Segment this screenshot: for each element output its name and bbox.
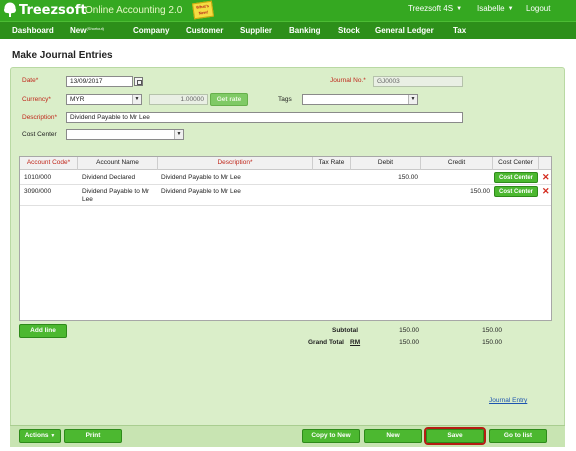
row-description[interactable]: Dividend Payable to Mr Lee — [161, 174, 241, 182]
delete-row-icon[interactable]: ✕ — [542, 173, 550, 182]
exchange-rate-field[interactable]: 1.00000 — [149, 94, 208, 105]
row-cost-center-button[interactable]: Cost Center — [494, 186, 538, 197]
subtotal-debit: 150.00 — [399, 327, 419, 334]
calendar-icon[interactable] — [134, 77, 143, 86]
company-name: Treezsoft 4S — [408, 4, 454, 13]
journal-lines-table: Account Code* Account Name Description* … — [19, 156, 552, 321]
whats-new-badge[interactable]: What's New! — [191, 0, 215, 20]
menu-banking[interactable]: Banking — [289, 26, 321, 35]
journal-entry-link[interactable]: Journal Entry — [489, 397, 527, 404]
menu-general-ledger[interactable]: General Ledger — [375, 26, 434, 35]
logout-link[interactable]: Logout — [526, 4, 550, 13]
cost-center-label: Cost Center — [22, 131, 57, 138]
currency-label: Currency* — [22, 96, 51, 103]
chevron-down-icon: ▼ — [50, 433, 56, 439]
col-account-name: Account Name — [78, 157, 158, 170]
table-header: Account Code* Account Name Description* … — [20, 157, 551, 170]
actions-label: Actions — [24, 432, 49, 439]
row-cost-center-button[interactable]: Cost Center — [494, 172, 538, 183]
menu-new-shortcut: (Shortcut) — [86, 26, 105, 31]
go-to-list-button[interactable]: Go to list — [489, 429, 547, 443]
logo-text: Treezsoft — [19, 2, 87, 18]
actions-button[interactable]: Actions ▼ — [19, 429, 61, 443]
chevron-down-icon: ▼ — [132, 95, 141, 104]
tags-select[interactable]: ▼ — [302, 94, 418, 105]
subtotal-label: Subtotal — [332, 327, 358, 334]
menu-new[interactable]: New(Shortcut) — [70, 26, 104, 35]
col-tax-rate: Tax Rate — [313, 157, 351, 170]
app-subtitle: Online Accounting 2.0 — [85, 5, 183, 16]
table-row[interactable]: 3090/000 Dividend Payable to Mr Lee Divi… — [20, 185, 551, 206]
subtotal-credit: 150.00 — [482, 327, 502, 334]
menu-new-label: New — [70, 26, 87, 35]
currency-select[interactable]: MYR ▼ — [66, 94, 142, 105]
row-account-code[interactable]: 1010/000 — [24, 174, 51, 182]
grand-total-credit: 150.00 — [482, 339, 502, 346]
row-account-name: Dividend Payable to Mr Lee — [82, 188, 150, 203]
journal-no-label: Journal No.* — [330, 77, 366, 84]
print-button[interactable]: Print — [64, 429, 122, 443]
top-bar: Treezsoft Online Accounting 2.0 What's N… — [0, 0, 576, 21]
row-credit[interactable]: 150.00 — [421, 188, 490, 196]
col-debit: Debit — [351, 157, 421, 170]
logo[interactable]: Treezsoft — [3, 2, 87, 18]
menu-customer[interactable]: Customer — [186, 26, 223, 35]
menu-tax[interactable]: Tax — [453, 26, 466, 35]
chevron-down-icon: ▼ — [174, 130, 183, 139]
col-cost-center: Cost Center — [493, 157, 539, 170]
grand-total-debit: 150.00 — [399, 339, 419, 346]
get-rate-button[interactable]: Get rate — [210, 93, 248, 106]
user-name: Isabelle — [477, 4, 505, 13]
row-description[interactable]: Dividend Payable to Mr Lee — [161, 188, 241, 196]
cost-center-select[interactable]: ▼ — [66, 129, 184, 140]
tags-label: Tags — [278, 96, 292, 103]
row-debit[interactable]: 150.00 — [351, 174, 418, 182]
col-account-code: Account Code* — [20, 157, 78, 170]
chevron-down-icon: ▼ — [456, 5, 463, 12]
description-label: Description* — [22, 114, 58, 121]
menu-company[interactable]: Company — [133, 26, 169, 35]
company-switcher[interactable]: Treezsoft 4S ▼ — [408, 4, 462, 13]
journal-no-field: GJ0003 — [373, 76, 463, 87]
col-credit: Credit — [421, 157, 493, 170]
user-menu[interactable]: Isabelle ▼ — [477, 4, 514, 13]
new-button[interactable]: New — [364, 429, 422, 443]
menu-stock[interactable]: Stock — [338, 26, 360, 35]
grand-total-currency: RM — [350, 339, 361, 346]
row-account-name: Dividend Declared — [82, 174, 136, 181]
copy-to-new-button[interactable]: Copy to New — [302, 429, 360, 443]
currency-value: MYR — [70, 96, 85, 103]
menu-supplier[interactable]: Supplier — [240, 26, 272, 35]
delete-row-icon[interactable]: ✕ — [542, 187, 550, 196]
grand-total-label: Grand Total — [308, 339, 344, 346]
tree-logo-icon — [3, 2, 17, 18]
chevron-down-icon: ▼ — [408, 95, 417, 104]
save-button[interactable]: Save — [424, 427, 486, 445]
date-field[interactable]: 13/09/2017 — [66, 76, 133, 87]
main-menu: Dashboard New(Shortcut) Company Customer… — [0, 21, 576, 39]
menu-dashboard[interactable]: Dashboard — [12, 26, 54, 35]
add-line-button[interactable]: Add line — [19, 324, 67, 338]
page-title: Make Journal Entries — [12, 50, 113, 61]
date-label: Date* — [22, 77, 39, 84]
row-account-code[interactable]: 3090/000 — [24, 188, 51, 196]
description-field[interactable]: Dividend Payable to Mr Lee — [66, 112, 463, 123]
col-description: Description* — [158, 157, 313, 170]
chevron-down-icon: ▼ — [507, 5, 514, 12]
table-row[interactable]: 1010/000 Dividend Declared Dividend Paya… — [20, 171, 551, 185]
